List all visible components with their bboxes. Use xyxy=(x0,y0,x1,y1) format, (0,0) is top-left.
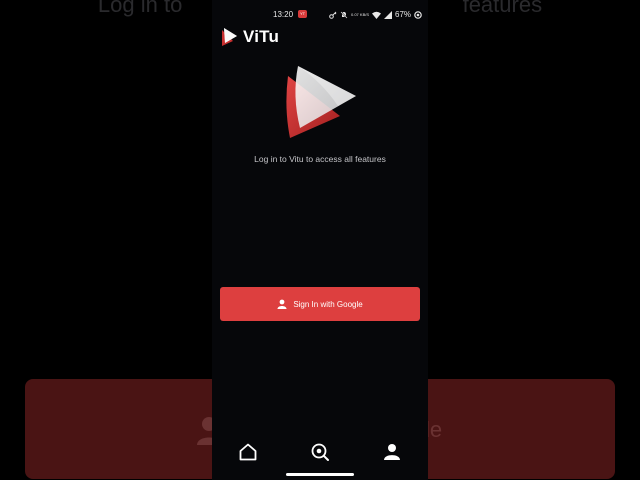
app-title: ViTu xyxy=(243,27,280,46)
status-bar: 13:20 YT 0.07 KB/S 67% xyxy=(212,8,428,22)
signal-icon xyxy=(384,10,393,19)
person-icon xyxy=(277,299,287,309)
nav-account-button[interactable] xyxy=(380,440,404,464)
gesture-bar[interactable] xyxy=(286,473,354,476)
status-icons: 0.07 KB/S 67% xyxy=(329,9,422,20)
battery-saver-icon xyxy=(414,10,422,19)
login-subtitle: Log in to Vitu to access all features xyxy=(254,154,386,164)
explore-search-icon xyxy=(310,442,330,462)
mute-icon xyxy=(340,11,348,19)
background-headline-right: features xyxy=(462,0,543,17)
network-speed: 0.07 KB/S xyxy=(351,11,370,17)
hero-logo-icon xyxy=(282,62,358,142)
phone-screen: 13:20 YT 0.07 KB/S 67% ViTu Log in to Vi… xyxy=(212,0,428,480)
wifi-icon xyxy=(372,11,382,19)
person-icon xyxy=(383,443,401,461)
battery-percent: 67% xyxy=(395,10,412,19)
home-icon xyxy=(238,442,258,462)
nav-explore-button[interactable] xyxy=(308,440,332,464)
app-header: ViTu xyxy=(220,26,279,48)
bottom-nav xyxy=(212,432,428,470)
background-headline-left: Log in to xyxy=(97,0,183,17)
app-logo-icon xyxy=(220,27,238,47)
status-time: 13:20 xyxy=(273,10,294,19)
sign-in-button-label: Sign In with Google xyxy=(293,299,363,309)
notification-badge: YT xyxy=(298,10,307,18)
screen: Log in to features le 13:20 YT 0.07 KB/S… xyxy=(0,0,640,480)
key-icon xyxy=(329,11,337,19)
nav-home-button[interactable] xyxy=(236,440,260,464)
sign-in-with-google-button[interactable]: Sign In with Google xyxy=(220,287,420,321)
